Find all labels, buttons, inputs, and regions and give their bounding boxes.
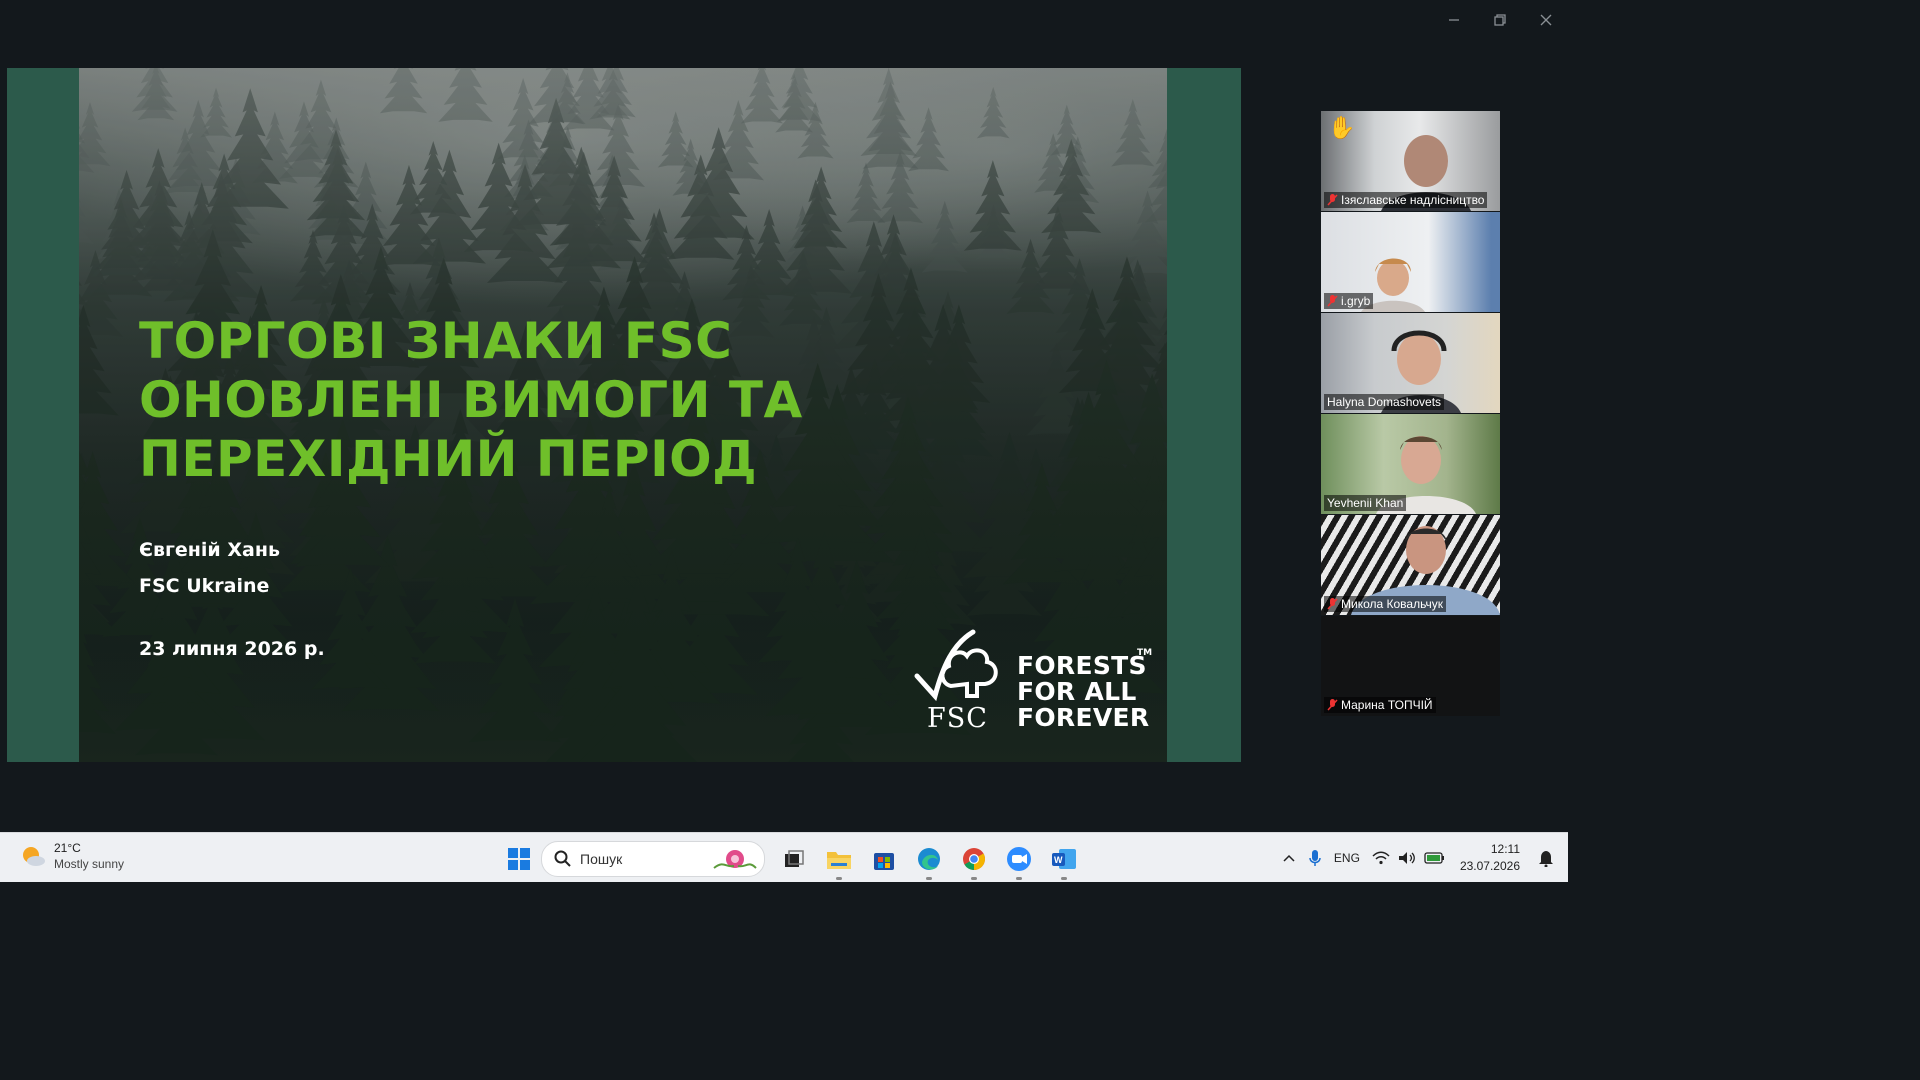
muted-mic-icon [1327,194,1338,206]
notifications-button[interactable] [1538,849,1554,867]
search-input[interactable] [578,850,702,868]
muted-mic-icon [1327,699,1338,711]
participants-panel: ✋ Ізяславське надлісництво i.gryb Halyna… [1321,111,1500,717]
participant-name-label: i.gryb [1324,293,1374,309]
participant-name-label: Ізяславське надлісництво [1324,192,1488,208]
raised-hand-icon: ✋ [1328,116,1356,141]
slogan: FORESTS FOR ALL FOREVER [1017,653,1149,731]
fsc-logo-text: FSC [927,703,988,734]
participant-name-label: Микола Ковальчук [1324,596,1447,612]
participant-name: Микола Ковальчук [1341,597,1444,611]
participant-name-label: Марина ТОПЧІЙ [1324,697,1436,713]
participant-tile[interactable]: Halyna Domashovets [1321,313,1500,413]
network-sound-battery-button[interactable] [1372,851,1446,865]
show-hidden-icons-button[interactable] [1282,853,1296,863]
participant-tile[interactable]: i.gryb [1321,212,1500,312]
participant-name: Ізяславське надлісництво [1341,193,1485,207]
minimize-icon [1449,19,1459,21]
participant-name: i.gryb [1341,294,1371,308]
participant-tile-active-speaker[interactable]: Yevhenii Khan [1321,414,1500,514]
taskbar: 21°C Mostly sunny Пошук W ENG 12:11 23.0… [0,832,1568,882]
participant-name-label: Halyna Domashovets [1324,394,1445,410]
task-view-icon [784,850,804,867]
participant-name: Марина ТОПЧІЙ [1341,698,1433,712]
wifi-icon [1372,851,1390,864]
search-highlight-flower-icon [713,850,757,869]
edge-icon [917,848,940,870]
chevron-up-icon [1283,854,1295,862]
running-indicator [925,877,932,880]
presentation-date: 23 липня 2026 р. [139,638,325,660]
microphone-button[interactable] [1308,849,1322,867]
zoom-icon [1006,847,1031,871]
weather-condition: Mostly sunny [54,857,125,871]
window-controls [1444,10,1556,30]
windows-start-icon [507,848,530,870]
search-icon [554,850,571,867]
participant-name: Yevhenii Khan [1327,496,1404,510]
weather-widget[interactable]: 21°C Mostly sunny [20,840,124,872]
participant-tile[interactable]: Микола Ковальчук [1321,515,1500,615]
participant-tile[interactable]: ✋ Ізяславське надлісництво [1321,111,1500,211]
start-button[interactable] [496,842,541,876]
file-explorer-icon [826,852,851,869]
close-button[interactable] [1536,10,1556,30]
organization-name: FSC Ukraine [139,575,270,597]
microsoft-store-button[interactable] [861,842,906,876]
input-language-button[interactable]: ENG [1334,851,1360,865]
restore-button[interactable] [1490,10,1510,30]
clock-date: 23.07.2026 [1459,858,1520,873]
participant-name: Halyna Domashovets [1327,395,1442,409]
presentation-slide: ТОРГОВІ ЗНАКИ FSC ОНОВЛЕНІ ВИМОГИ ТА ПЕР… [79,68,1167,762]
chrome-button[interactable] [951,842,996,880]
running-indicator [835,877,842,880]
participant-name-label: Yevhenii Khan [1324,495,1407,511]
slide-title: ТОРГОВІ ЗНАКИ FSC ОНОВЛЕНІ ВИМОГИ ТА ПЕР… [139,312,803,488]
presenter-name: Євгеній Хань [139,539,280,561]
slogan-line-1: FORESTS [1017,651,1147,680]
word-icon: W [1051,849,1076,869]
running-indicator [970,877,977,880]
taskbar-apps: W [496,841,1086,880]
taskbar-search[interactable] [541,841,765,877]
fsc-tree-check-logo-icon [914,629,998,702]
microphone-icon [1309,849,1321,866]
svg-text:W: W [1054,855,1063,865]
running-indicator [1060,877,1067,880]
trademark-symbol: TM [1137,648,1153,658]
zoom-button[interactable] [996,842,1041,880]
muted-mic-icon [1327,295,1338,307]
participant-tile[interactable]: Марина ТОПЧІЙ [1321,616,1500,716]
edge-button[interactable] [906,842,951,880]
muted-mic-icon [1327,598,1338,610]
microsoft-store-icon [873,853,894,870]
chrome-icon [962,848,985,870]
word-button[interactable]: W [1041,842,1086,880]
slogan-line-3: FOREVER [1017,703,1150,732]
file-explorer-button[interactable] [816,842,861,880]
battery-charging-icon [1424,851,1444,864]
restore-icon [1494,14,1506,26]
task-view-button[interactable] [771,842,816,876]
volume-icon [1398,851,1415,864]
close-icon [1540,14,1552,26]
partly-sunny-icon [23,847,45,866]
minimize-button[interactable] [1444,10,1464,30]
clock-time: 12:11 [1490,841,1520,856]
running-indicator [1015,877,1022,880]
weather-temperature: 21°C [54,841,81,855]
slogan-line-2: FOR ALL [1017,677,1137,706]
notification-bell-icon [1539,850,1553,867]
clock[interactable]: 12:11 23.07.2026 [1460,841,1520,875]
system-tray: ENG 12:11 23.07.2026 [1276,833,1568,882]
